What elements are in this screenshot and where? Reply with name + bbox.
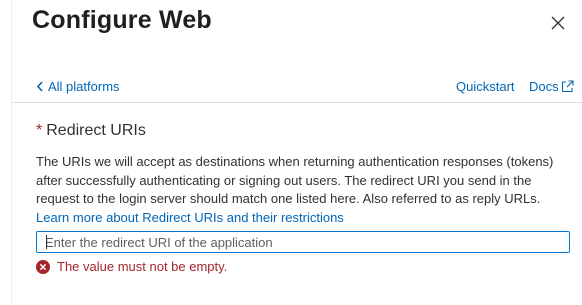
- panel-left-border: [11, 0, 12, 305]
- redirect-uris-heading-label: Redirect URIs: [46, 122, 146, 139]
- text-caret: [46, 235, 47, 249]
- chevron-left-icon: [36, 81, 43, 92]
- redirect-uris-heading: * Redirect URIs: [36, 122, 146, 140]
- all-platforms-label: All platforms: [48, 79, 120, 94]
- top-navigation: All platforms Quickstart Docs: [0, 72, 582, 102]
- redirect-uris-description: The URIs we will accept as destinations …: [36, 153, 576, 227]
- validation-error: The value must not be empty.: [36, 259, 227, 274]
- nav-divider: [12, 102, 582, 103]
- close-icon: [551, 16, 565, 30]
- docs-label: Docs: [529, 79, 559, 94]
- docs-link[interactable]: Docs: [529, 79, 574, 94]
- page-title: Configure Web: [32, 6, 212, 34]
- redirect-uri-input[interactable]: [36, 231, 570, 253]
- configure-web-panel: Configure Web All platforms Quickstart D…: [0, 0, 582, 305]
- quickstart-link[interactable]: Quickstart: [456, 79, 515, 94]
- error-circle-icon: [36, 259, 50, 274]
- learn-more-link[interactable]: Learn more about Redirect URIs and their…: [36, 210, 344, 225]
- external-link-icon: [561, 80, 574, 93]
- close-button[interactable]: [546, 11, 570, 35]
- redirect-uris-description-text: The URIs we will accept as destinations …: [36, 154, 554, 206]
- required-marker: *: [36, 122, 43, 139]
- all-platforms-link[interactable]: All platforms: [36, 79, 120, 94]
- error-message: The value must not be empty.: [57, 259, 228, 274]
